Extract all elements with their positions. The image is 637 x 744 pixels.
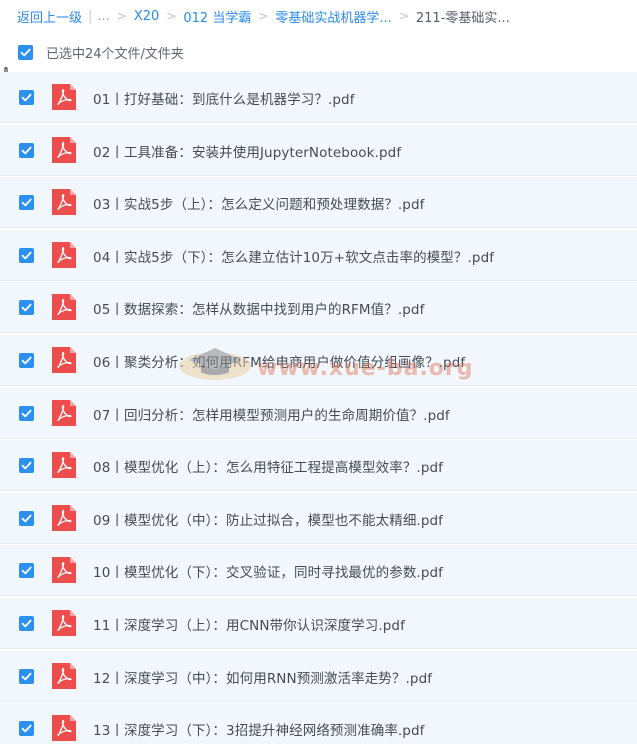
pdf-icon bbox=[52, 452, 76, 479]
file-checkbox[interactable] bbox=[19, 352, 34, 368]
select-all-checkbox[interactable] bbox=[18, 44, 33, 60]
file-checkbox[interactable] bbox=[19, 90, 34, 105]
chevron-right-icon: > bbox=[258, 9, 269, 23]
file-row[interactable]: 08丨模型优化（上）：怎么用特征工程提高模型效率？.pdf bbox=[0, 440, 637, 492]
breadcrumb-item-dangxueba[interactable]: 012 当学霸 bbox=[183, 7, 251, 26]
pdf-icon bbox=[52, 136, 76, 163]
pdf-icon bbox=[52, 189, 76, 216]
file-name[interactable]: 13丨深度学习（下）：3招提升神经网络预测准确率.pdf bbox=[93, 719, 425, 739]
file-name[interactable]: 07丨回归分析：怎样用模型预测用户的生命周期价值？.pdf bbox=[93, 404, 450, 424]
breadcrumb-ellipsis[interactable]: ... bbox=[97, 9, 109, 24]
pdf-icon bbox=[52, 346, 76, 373]
file-checkbox[interactable] bbox=[19, 615, 34, 631]
check-icon bbox=[21, 619, 32, 628]
selection-count-label: 已选中24个文件/文件夹 bbox=[46, 46, 184, 62]
file-name[interactable]: 11丨深度学习（上）：用CNN带你认识深度学习.pdf bbox=[93, 614, 405, 634]
pdf-icon bbox=[52, 504, 76, 531]
file-row[interactable]: 13丨深度学习（下）：3招提升神经网络预测准确率.pdf bbox=[0, 703, 637, 744]
check-icon bbox=[21, 304, 32, 312]
file-checkbox[interactable] bbox=[19, 563, 34, 579]
pdf-icon bbox=[52, 609, 76, 636]
check-icon bbox=[21, 409, 32, 417]
breadcrumb-item-x20[interactable]: X20 bbox=[134, 9, 159, 24]
check-icon bbox=[21, 93, 32, 102]
check-icon bbox=[21, 251, 32, 260]
file-list: 01丨打好基础：到底什么是机器学习？.pdf 02丨工具准备：安装并使用Jupy… bbox=[0, 72, 637, 744]
check-icon bbox=[21, 724, 32, 733]
file-row[interactable]: 01丨打好基础：到底什么是机器学习？.pdf bbox=[0, 72, 637, 123]
file-row[interactable]: 11丨深度学习（上）：用CNN带你认识深度学习.pdf bbox=[0, 597, 637, 649]
chevron-right-icon: > bbox=[116, 9, 127, 23]
file-checkbox[interactable] bbox=[19, 458, 34, 474]
pdf-icon bbox=[52, 84, 76, 110]
breadcrumb: 返回上一级 | ... > X20 > 012 当学霸 > 零基础实战机器学..… bbox=[17, 6, 510, 26]
file-name[interactable]: 08丨模型优化（上）：怎么用特征工程提高模型效率？.pdf bbox=[93, 456, 443, 476]
file-row[interactable]: 05丨数据探索：怎样从数据中找到用户的RFM值？.pdf bbox=[0, 282, 637, 334]
check-icon bbox=[21, 461, 32, 470]
file-checkbox[interactable] bbox=[19, 668, 34, 684]
file-row[interactable]: 09丨模型优化（中）：防止过拟合，模型也不能太精细.pdf bbox=[0, 492, 637, 544]
file-row[interactable]: 06丨聚类分析：如何用RFM给电商用户做价值分组画像？.pdf bbox=[0, 334, 637, 386]
file-name[interactable]: 09丨模型优化（中）：防止过拟合，模型也不能太精细.pdf bbox=[93, 509, 443, 529]
pdf-icon bbox=[52, 557, 76, 584]
file-name[interactable]: 01丨打好基础：到底什么是机器学习？.pdf bbox=[93, 88, 355, 108]
chevron-right-icon: > bbox=[398, 9, 409, 23]
check-icon bbox=[21, 198, 32, 207]
file-row[interactable]: 10丨模型优化（下）：交叉验证，同时寻找最优的参数.pdf bbox=[0, 545, 637, 597]
file-name[interactable]: 05丨数据探索：怎样从数据中找到用户的RFM值？.pdf bbox=[93, 298, 424, 318]
file-name[interactable]: 04丨实战5步（下）：怎么建立估计10万+软文点击率的模型？.pdf bbox=[93, 246, 494, 266]
file-browser: 返回上一级 | ... > X20 > 012 当学霸 > 零基础实战机器学..… bbox=[0, 0, 637, 744]
pdf-icon bbox=[52, 399, 76, 426]
check-icon bbox=[21, 146, 32, 154]
file-checkbox[interactable] bbox=[19, 300, 34, 316]
file-checkbox[interactable] bbox=[19, 195, 34, 211]
file-row[interactable]: 02丨工具准备：安装并使用JupyterNotebook.pdf bbox=[0, 124, 637, 176]
file-name[interactable]: 03丨实战5步（上）：怎么定义问题和预处理数据？.pdf bbox=[93, 193, 425, 213]
breadcrumb-current: 211-零基础实... bbox=[415, 10, 510, 26]
pdf-icon bbox=[52, 241, 76, 268]
file-name[interactable]: 06丨聚类分析：如何用RFM给电商用户做价值分组画像？.pdf bbox=[93, 351, 465, 371]
pdf-icon bbox=[52, 294, 76, 321]
file-row[interactable]: 04丨实战5步（下）：怎么建立估计10万+软文点击率的模型？.pdf bbox=[0, 229, 637, 281]
file-name[interactable]: 10丨模型优化（下）：交叉验证，同时寻找最优的参数.pdf bbox=[93, 561, 443, 581]
check-icon bbox=[21, 567, 32, 575]
file-checkbox[interactable] bbox=[19, 247, 34, 263]
back-link[interactable]: 返回上一级 bbox=[17, 7, 82, 26]
breadcrumb-item-course[interactable]: 零基础实战机器学... bbox=[275, 7, 391, 26]
file-checkbox[interactable] bbox=[19, 510, 34, 526]
check-icon bbox=[21, 514, 32, 523]
check-icon bbox=[20, 48, 31, 56]
pdf-icon bbox=[52, 715, 76, 742]
select-all-row: 已选中24个文件/文件夹 bbox=[18, 42, 184, 62]
breadcrumb-divider: | bbox=[88, 8, 93, 24]
file-checkbox[interactable] bbox=[19, 721, 34, 737]
file-row[interactable]: 03丨实战5步（上）：怎么定义问题和预处理数据？.pdf bbox=[0, 177, 637, 229]
file-checkbox[interactable] bbox=[19, 405, 34, 421]
file-name[interactable]: 02丨工具准备：安装并使用JupyterNotebook.pdf bbox=[93, 141, 401, 161]
file-row[interactable]: 12丨深度学习（中）：如何用RNN预测激活率走势？.pdf bbox=[0, 650, 637, 702]
check-icon bbox=[21, 356, 32, 365]
pdf-icon bbox=[52, 662, 76, 689]
file-name[interactable]: 12丨深度学习（中）：如何用RNN预测激活率走势？.pdf bbox=[93, 667, 432, 687]
check-icon bbox=[21, 672, 32, 680]
file-checkbox[interactable] bbox=[19, 142, 34, 158]
file-row[interactable]: 07丨回归分析：怎样用模型预测用户的生命周期价值？.pdf bbox=[0, 387, 637, 439]
chevron-right-icon: > bbox=[166, 9, 177, 23]
